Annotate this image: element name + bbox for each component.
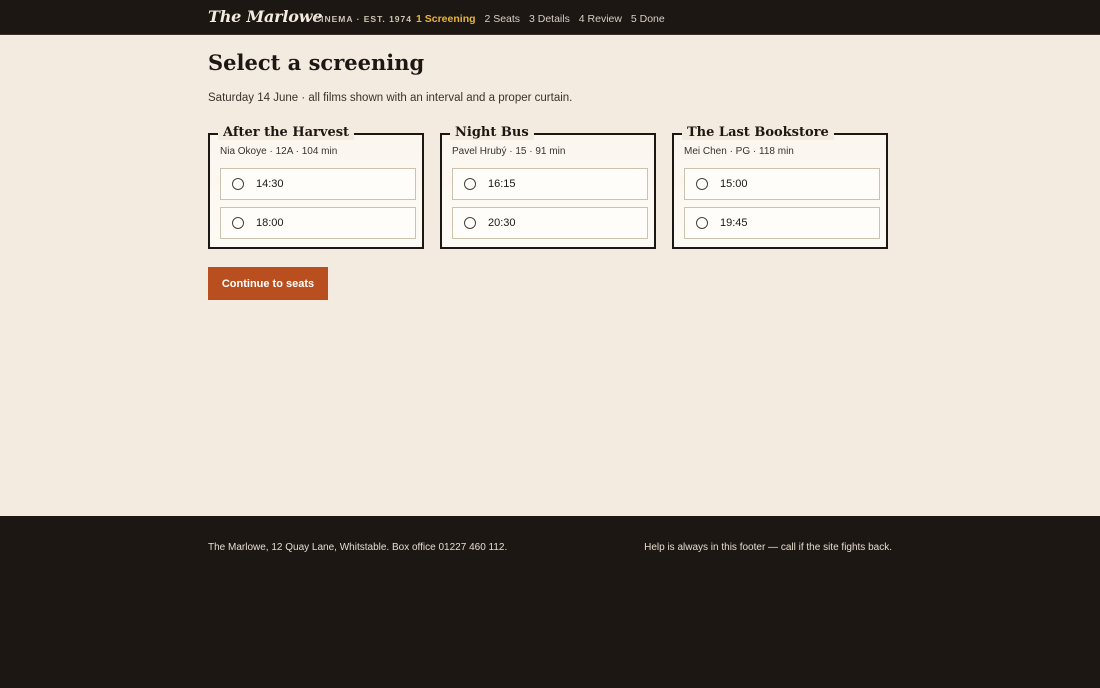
- screening-option[interactable]: 20:30: [452, 207, 648, 239]
- top-nav-bar: The Marlowe CINEMA · EST. 1974 1 Screeni…: [0, 0, 1100, 35]
- screening-time: 14:30: [256, 178, 284, 190]
- site-footer: The Marlowe, 12 Quay Lane, Whitstable. B…: [0, 516, 1100, 688]
- radio-button[interactable]: [232, 217, 244, 229]
- radio-button[interactable]: [464, 217, 476, 229]
- film-meta: Mei Chen · PG · 118 min: [684, 146, 794, 157]
- screening-option[interactable]: 14:30: [220, 168, 416, 200]
- film-card-the-last-bookstore: The Last Bookstore Mei Chen · PG · 118 m…: [672, 125, 888, 249]
- radio-button[interactable]: [696, 178, 708, 190]
- step-screening[interactable]: 1 Screening: [416, 13, 476, 25]
- step-details[interactable]: 3 Details: [529, 13, 570, 25]
- screening-time: 16:15: [488, 178, 516, 190]
- film-title: The Last Bookstore: [682, 125, 834, 140]
- radio-button[interactable]: [464, 178, 476, 190]
- screening-option[interactable]: 18:00: [220, 207, 416, 239]
- film-title: Night Bus: [450, 125, 534, 140]
- screening-option[interactable]: 19:45: [684, 207, 880, 239]
- brand-tagline: CINEMA · EST. 1974: [314, 14, 412, 24]
- film-card-after-the-harvest: After the Harvest Nia Okoye · 12A · 104 …: [208, 125, 424, 249]
- screening-option[interactable]: 15:00: [684, 168, 880, 200]
- brand-logo[interactable]: The Marlowe: [208, 7, 323, 26]
- step-seats[interactable]: 2 Seats: [484, 13, 520, 25]
- screening-option[interactable]: 16:15: [452, 168, 648, 200]
- radio-button[interactable]: [232, 178, 244, 190]
- film-title: After the Harvest: [218, 125, 355, 140]
- film-meta: Nia Okoye · 12A · 104 min: [220, 146, 338, 157]
- booking-steps: 1 Screening 2 Seats 3 Details 4 Review 5…: [416, 13, 671, 25]
- film-card-night-bus: Night Bus Pavel Hrubý · 15 · 91 min 16:1…: [440, 125, 656, 249]
- footer-address: The Marlowe, 12 Quay Lane, Whitstable. B…: [208, 542, 508, 553]
- step-review[interactable]: 4 Review: [579, 13, 622, 25]
- screening-time: 15:00: [720, 178, 748, 190]
- screening-time: 20:30: [488, 217, 516, 229]
- page-title: Select a screening: [208, 50, 425, 75]
- footer-help: Help is always in this footer — call if …: [644, 542, 892, 553]
- screening-time: 18:00: [256, 217, 284, 229]
- radio-button[interactable]: [696, 217, 708, 229]
- step-done[interactable]: 5 Done: [631, 13, 665, 25]
- film-meta: Pavel Hrubý · 15 · 91 min: [452, 146, 566, 157]
- page-subtitle: Saturday 14 June · all films shown with …: [208, 92, 573, 104]
- continue-to-seats-button[interactable]: Continue to seats: [208, 267, 328, 300]
- screening-time: 19:45: [720, 217, 748, 229]
